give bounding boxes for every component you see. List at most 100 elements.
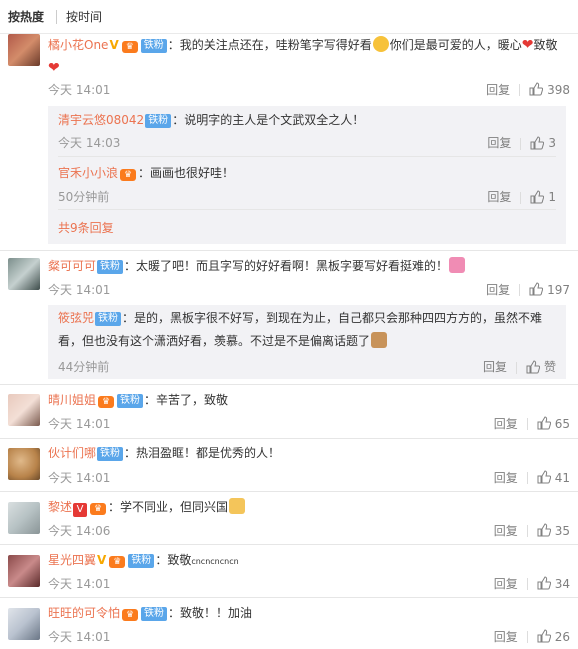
reply-button[interactable]: 回复 <box>494 575 518 592</box>
comment-actions: 回复 65 <box>494 415 570 432</box>
comment-username[interactable]: 旺旺的可令怕 <box>48 606 120 620</box>
tiefen-badge: 铁粉 <box>95 312 122 326</box>
like-count: 35 <box>554 523 570 538</box>
heart-icon: ❤ <box>48 60 60 76</box>
reply-username[interactable]: 官禾小小浪 <box>58 166 118 180</box>
like-count: 197 <box>547 282 570 297</box>
reply-actions: 回复 1 <box>487 188 556 205</box>
reply-actions: 回复 赞 <box>483 358 556 375</box>
comment-actions: 回复 35 <box>494 522 570 539</box>
thumbs-up-icon <box>529 82 544 96</box>
like-button[interactable]: 41 <box>537 470 570 485</box>
reply-button[interactable]: 回复 <box>486 281 510 298</box>
comment-actions: 回复 34 <box>494 575 570 592</box>
vip-crown-icon: ♛ <box>109 556 126 568</box>
comment-time: 今天 14:06 <box>48 524 111 538</box>
thumbs-up-icon <box>537 576 551 590</box>
reply-box: 筱弦兕 铁粉 ：是的，黑板字很不好写，到现在为止，自己都只会那种四四方方的，虽然不难… <box>48 305 566 379</box>
heart-icon: ❤ <box>521 37 534 53</box>
like-count: 3 <box>548 136 556 150</box>
like-button[interactable]: 398 <box>529 82 570 97</box>
reply-button[interactable]: 回复 <box>494 415 518 432</box>
thumbs-up-icon[interactable] <box>530 136 545 150</box>
verified-v-icon: V <box>97 553 107 567</box>
avatar[interactable] <box>8 555 40 587</box>
like-button[interactable]: 26 <box>537 629 570 644</box>
avatar[interactable] <box>8 258 40 290</box>
reply-time: 44分钟前 <box>58 360 110 374</box>
vip-crown-icon: ♛ <box>121 41 138 53</box>
comment-time: 今天 14:01 <box>48 471 111 485</box>
like-button[interactable]: 35 <box>537 523 570 538</box>
tiefen-badge: 铁粉 <box>141 607 168 621</box>
thumbs-up-icon <box>529 282 544 296</box>
reply-button[interactable]: 回复 <box>487 136 511 150</box>
tiefen-badge: 铁粉 <box>97 260 124 274</box>
reply-item: 筱弦兕 铁粉 ：是的，黑板字很不好写，到现在为止，自己都只会那种四四方方的，虽然不难… <box>58 311 556 374</box>
comment-username[interactable]: 晴川姐姐 <box>48 393 96 407</box>
comment-text: 星光四翼V ♛ 铁粉 ：致敬cncncncncn <box>48 549 566 573</box>
comment-username[interactable]: 星光四翼 <box>48 553 96 567</box>
vip-crown-icon: ♛ <box>120 169 137 181</box>
reply-button[interactable]: 回复 <box>494 469 518 486</box>
tab-by-hot[interactable]: 按热度 <box>8 8 44 25</box>
reply-button[interactable]: 回复 <box>487 190 511 204</box>
avatar[interactable] <box>8 394 40 426</box>
reply-time: 50分钟前 <box>58 190 110 204</box>
reply-button[interactable]: 回复 <box>494 522 518 539</box>
thumbs-up-icon <box>537 470 551 484</box>
thumbs-up-emoji-icon <box>229 498 246 514</box>
reply-button[interactable]: 回复 <box>494 628 518 645</box>
reply-text: ：画画也很好哇！ <box>138 166 235 180</box>
thumbs-up-icon <box>537 629 551 643</box>
reply-username[interactable]: 清宇云悠08042 <box>58 113 144 127</box>
verified-v-icon: V <box>73 503 88 517</box>
comment-actions: 回复 26 <box>494 628 570 645</box>
like-count: 398 <box>547 82 570 97</box>
avatar[interactable] <box>8 502 40 534</box>
tiefen-badge: 铁粉 <box>128 554 155 568</box>
like-button[interactable]: 65 <box>537 416 570 431</box>
comment-text: 伙计们哪 铁粉 ：热泪盈眶！都是优秀的人！ <box>48 446 281 461</box>
comment-time: 今天 14:01 <box>48 630 111 644</box>
verified-v-icon: V <box>109 38 119 52</box>
show-more-replies-link[interactable]: 共9条回复 <box>58 219 114 236</box>
reply-box: 清宇云悠08042 铁粉 ：说明字的主人是个文武双全之人！ 今天 14:03 回复 3… <box>48 106 566 244</box>
like-count: 65 <box>554 416 570 431</box>
like-count: 41 <box>554 470 570 485</box>
avatar[interactable] <box>8 34 40 66</box>
comment-time: 今天 14:01 <box>48 417 111 431</box>
like-count: 26 <box>554 629 570 644</box>
avatar[interactable] <box>8 608 40 640</box>
avatar[interactable] <box>8 448 40 480</box>
thumbs-up-icon <box>537 523 551 537</box>
reply-username[interactable]: 筱弦兕 <box>58 311 94 325</box>
like-button[interactable]: 34 <box>537 576 570 591</box>
thumbs-up-icon[interactable] <box>530 190 545 204</box>
comment-username[interactable]: 粲可可可 <box>48 259 96 273</box>
thumbs-up-icon[interactable] <box>526 360 540 374</box>
comment-text: 粲可可可 铁粉 ：太暖了吧！而且字写的好好看啊！黑板字要写好看挺难的！ <box>48 255 566 278</box>
reply-button[interactable]: 回复 <box>483 360 507 374</box>
comment-time: 今天 14:01 <box>48 577 111 591</box>
comment-actions: 回复 41 <box>494 469 570 486</box>
comment-username[interactable]: 橘小花One <box>48 38 108 52</box>
comment-time: 今天 14:01 <box>48 283 111 297</box>
reply-button[interactable]: 回复 <box>486 81 510 98</box>
sort-tabs: 按热度 按时间 <box>0 0 578 34</box>
tiefen-badge: 铁粉 <box>140 39 167 53</box>
reply-actions: 回复 3 <box>487 134 556 151</box>
tab-by-time[interactable]: 按时间 <box>66 8 102 25</box>
comment-time: 今天 14:01 <box>48 83 111 97</box>
comment-text: 橘小花OneV ♛ 铁粉 ：我的关注点还在，哇粉笔字写得好看 你们是最可爱的人，暖心❤致… <box>48 34 566 80</box>
reply-text: ：是的，黑板字很不好写，到现在为止，自己都只会那种四四方方的，虽然不难 <box>122 311 543 325</box>
dog-emoji-icon <box>371 332 388 348</box>
comment-text: 黎述 V ♛ ：学不同业，但同兴国 <box>48 496 566 519</box>
comment-username[interactable]: 伙计们哪 <box>48 446 96 460</box>
comment-text: 旺旺的可令怕 ♛ 铁粉 ：致敬！！加油 <box>48 606 253 621</box>
thinking-emoji-icon <box>372 36 389 52</box>
comment-username[interactable]: 黎述 <box>48 500 72 514</box>
like-button[interactable]: 197 <box>529 282 570 297</box>
reply-item: 清宇云悠08042 铁粉 ：说明字的主人是个文武双全之人！ 今天 14:03 回复 3 <box>58 108 556 150</box>
love-emoji-icon <box>449 257 466 273</box>
